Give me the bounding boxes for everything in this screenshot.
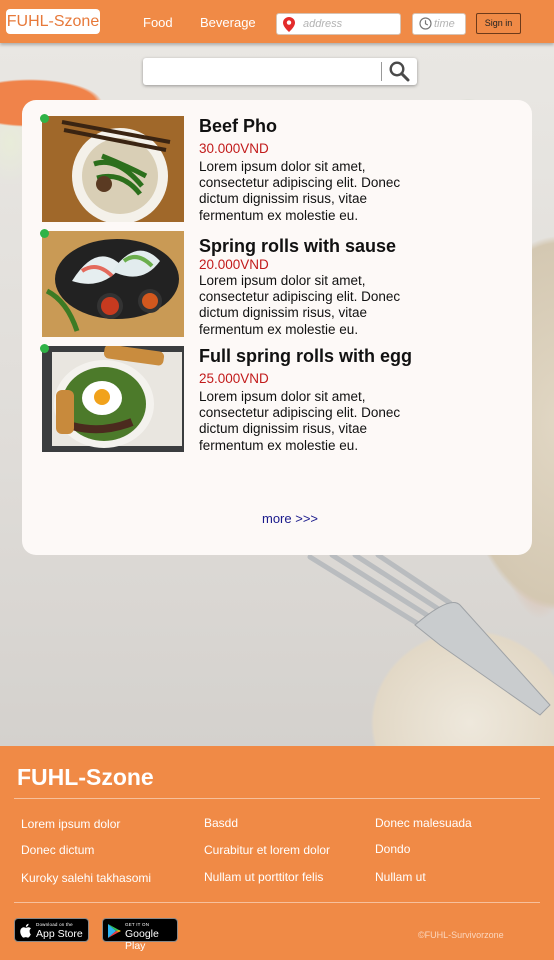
- spring-rolls-image[interactable]: [42, 231, 184, 337]
- google-play-label: Google Play: [125, 928, 159, 952]
- fork-image: [307, 555, 551, 716]
- footer-link[interactable]: Nullam ut: [375, 870, 426, 884]
- menu-card: Beef Pho 30.000VND Lorem ipsum dolor sit…: [22, 100, 532, 555]
- app-store-small-text: Download on the: [36, 922, 73, 927]
- item-price: 25.000VND: [199, 371, 269, 386]
- brand-logo[interactable]: FUHL-Szone: [6, 9, 100, 34]
- top-nav-bar: FUHL-Szone Food Beverage address time Si…: [0, 0, 554, 43]
- available-dot: [40, 344, 49, 353]
- footer-link[interactable]: Curabitur et lorem dolor: [204, 843, 330, 857]
- google-play-icon: [108, 924, 121, 938]
- map-pin-icon: [283, 17, 295, 32]
- time-placeholder: time: [434, 18, 455, 30]
- footer-divider: [14, 798, 540, 799]
- item-name[interactable]: Beef Pho: [199, 116, 277, 137]
- search-bar: [143, 58, 417, 85]
- item-description: Lorem ipsum dolor sit amet, consectetur …: [199, 159, 401, 223]
- footer-link[interactable]: Basdd: [204, 816, 238, 830]
- footer-link[interactable]: Kuroky salehi takhasomi: [21, 871, 151, 885]
- item-name[interactable]: Full spring rolls with egg: [199, 346, 412, 367]
- nav-food-link[interactable]: Food: [143, 15, 173, 30]
- app-store-badge[interactable]: Download on the App Store: [14, 918, 89, 942]
- item-name[interactable]: Spring rolls with sause: [199, 236, 396, 257]
- footer-link[interactable]: Lorem ipsum dolor: [21, 817, 120, 831]
- beef-pho-image[interactable]: [42, 116, 184, 222]
- address-placeholder: address: [303, 18, 343, 30]
- more-link[interactable]: more >>>: [262, 511, 318, 526]
- item-description: Lorem ipsum dolor sit amet, consectetur …: [199, 389, 401, 453]
- item-description: Lorem ipsum dolor sit amet, consectetur …: [199, 273, 401, 337]
- sign-in-button[interactable]: Sign in: [476, 13, 521, 34]
- footer-link[interactable]: Dondo: [375, 842, 410, 856]
- copyright-text: ©FUHL-Survivorzone: [418, 930, 504, 940]
- time-input[interactable]: time: [412, 13, 466, 35]
- item-price: 30.000VND: [199, 141, 269, 156]
- available-dot: [40, 229, 49, 238]
- footer-link[interactable]: Nullam ut porttitor felis: [204, 870, 323, 884]
- footer-logo: FUHL-Szone: [17, 764, 154, 790]
- search-divider: [381, 62, 382, 81]
- footer-link[interactable]: Donec malesuada: [375, 816, 472, 830]
- footer: FUHL-Szone Lorem ipsum dolor Donec dictu…: [0, 746, 554, 960]
- available-dot: [40, 114, 49, 123]
- spring-rolls-egg-image[interactable]: [42, 346, 184, 452]
- apple-icon: [20, 923, 31, 938]
- clock-icon: [419, 17, 432, 30]
- search-icon[interactable]: [389, 61, 410, 82]
- footer-link[interactable]: Donec dictum: [21, 843, 94, 857]
- nav-beverage-link[interactable]: Beverage: [200, 15, 256, 30]
- google-play-small-text: GET IT ON: [125, 922, 150, 927]
- search-input[interactable]: [147, 61, 375, 82]
- item-price: 20.000VND: [199, 257, 269, 272]
- address-input[interactable]: address: [276, 13, 401, 35]
- footer-divider: [14, 902, 540, 903]
- app-store-label: App Store: [36, 928, 83, 940]
- google-play-badge[interactable]: GET IT ON Google Play: [102, 918, 178, 952]
